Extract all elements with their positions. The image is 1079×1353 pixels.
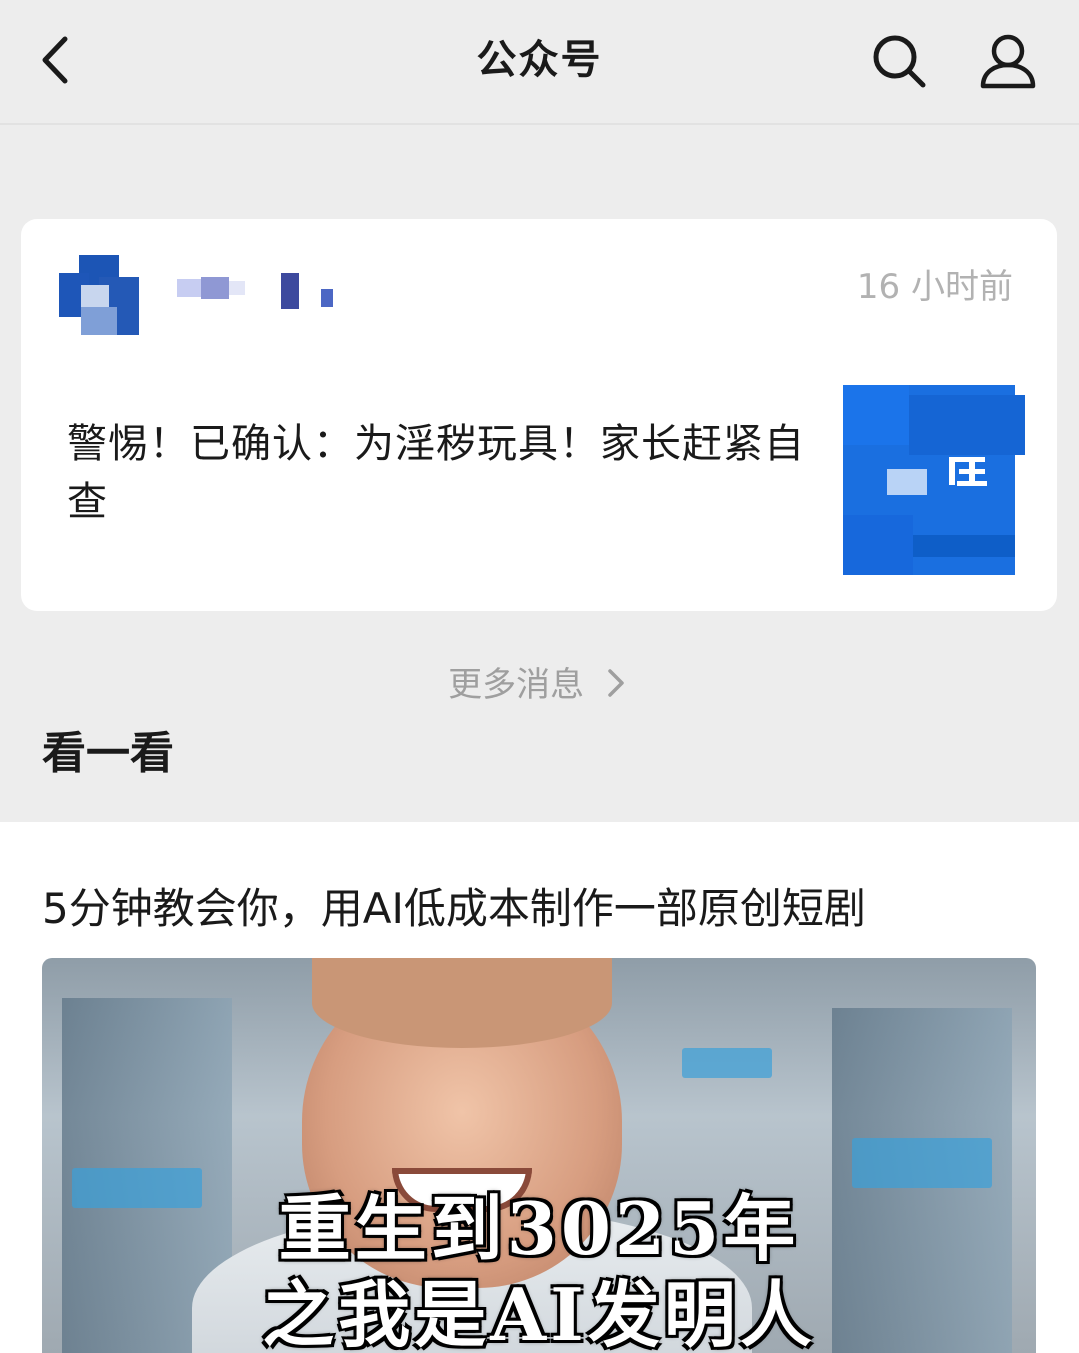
cover-bg-screen [682, 1048, 772, 1078]
section-title: 看一看 [42, 728, 174, 779]
cover-caption-line2: 之我是AI发明人 [262, 1272, 816, 1353]
article-cover-image[interactable]: 重生到3025年 之我是AI发明人 [42, 958, 1036, 1353]
profile-button[interactable] [976, 30, 1040, 92]
account-logo [59, 255, 141, 335]
message-time: 16 小时前 [856, 267, 1013, 307]
person-icon [980, 34, 1036, 89]
top-bar: 公众号 [0, 0, 1079, 125]
message-card[interactable]: 16 小时前 警惕！已确认：为淫秽玩具！家长赶紧自查 [21, 219, 1057, 611]
cover-bg-screen [852, 1138, 992, 1188]
article-title[interactable]: 5分钟教会你，用AI低成本制作一部原创短剧 [42, 880, 866, 938]
search-icon [873, 35, 926, 88]
cover-caption-line1: 重生到3025年 [278, 1186, 800, 1271]
chevron-right-icon [608, 669, 624, 697]
cover-person-hair [312, 958, 612, 1048]
cover-caption: 重生到3025年 之我是AI发明人 [42, 1186, 1036, 1353]
thumbnail-glyph-icon [949, 457, 987, 486]
message-headline[interactable]: 警惕！已确认：为淫秽玩具！家长赶紧自查 [67, 415, 807, 531]
more-messages-link[interactable]: 更多消息 [0, 660, 1079, 710]
account-name-redacted [161, 273, 333, 313]
more-messages-label: 更多消息 [448, 665, 585, 705]
feed-panel: 5分钟教会你，用AI低成本制作一部原创短剧 重生到3025年 之我是AI发明人 [0, 822, 1079, 1353]
message-thumbnail [843, 385, 1025, 575]
search-button[interactable] [868, 30, 930, 92]
